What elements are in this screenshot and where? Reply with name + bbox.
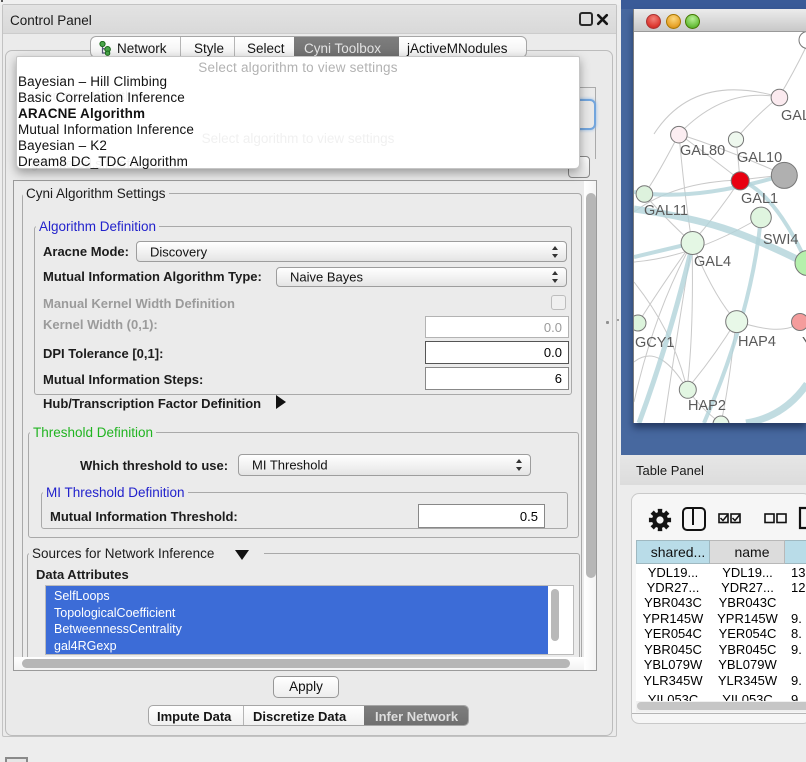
svg-text:GAL80: GAL80 <box>680 143 725 159</box>
svg-text:SWI4: SWI4 <box>763 232 798 248</box>
svg-text:GAL4: GAL4 <box>694 254 731 270</box>
svg-text:HAP2: HAP2 <box>688 398 726 414</box>
svg-text:GCY1: GCY1 <box>635 335 675 351</box>
svg-text:GAL8: GAL8 <box>781 108 806 124</box>
svg-text:Y: Y <box>802 335 806 351</box>
svg-text:GAL10: GAL10 <box>737 150 782 166</box>
svg-text:GAL1: GAL1 <box>741 191 778 207</box>
svg-text:HAP4: HAP4 <box>738 334 776 350</box>
svg-text:GAL11: GAL11 <box>644 203 688 219</box>
